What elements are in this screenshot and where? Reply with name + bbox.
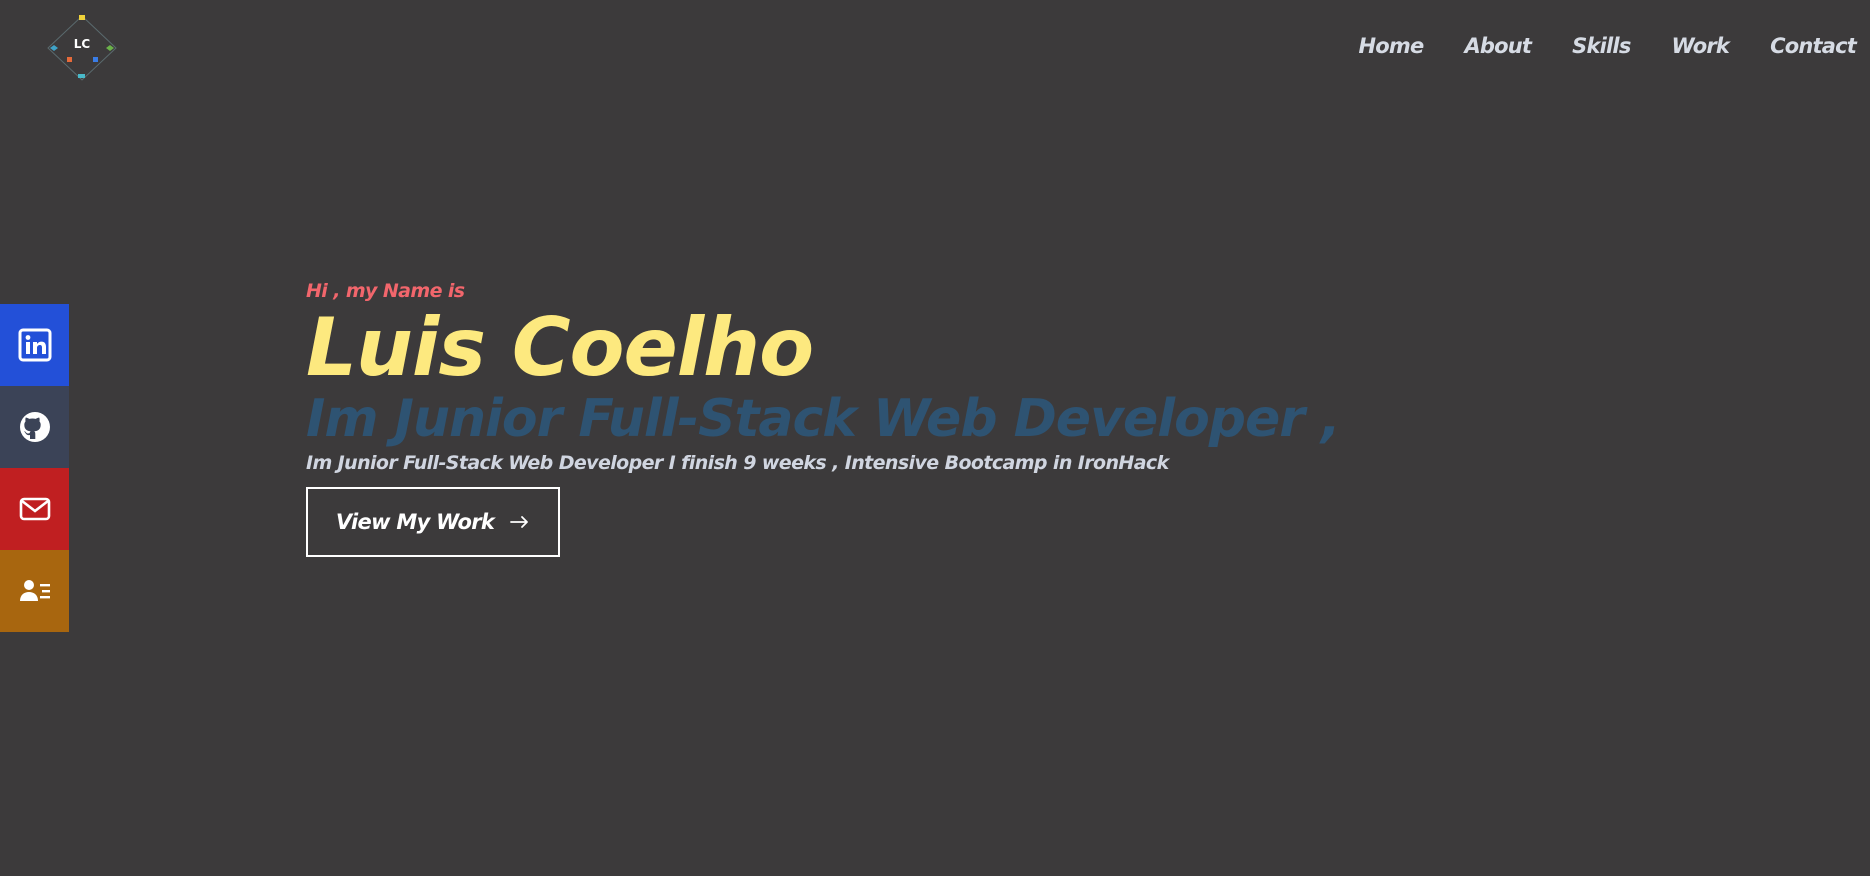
hero-intro: Hi , my Name is: [306, 280, 465, 302]
cta-label: View My Work: [335, 510, 495, 534]
linkedin-icon: [18, 328, 51, 362]
linkedin-link[interactable]: [0, 304, 69, 386]
nav-skills[interactable]: Skills: [1572, 34, 1631, 58]
view-my-work-button[interactable]: View My Work: [306, 487, 560, 557]
nav-home[interactable]: Home: [1359, 34, 1425, 58]
nav-work[interactable]: Work: [1672, 34, 1730, 58]
hero-name: Luis Coelho: [306, 301, 814, 394]
main-nav: Home About Skills Work Contact: [1318, 34, 1857, 58]
hero-description: Im Junior Full-Stack Web Developer I fin…: [306, 452, 1169, 474]
nav-contact[interactable]: Contact: [1770, 34, 1857, 58]
hero-section: Hi , my Name is Luis Coelho Im Junior Fu…: [306, 280, 1341, 557]
logo-text: LC: [74, 37, 91, 51]
resume-link[interactable]: [0, 550, 69, 632]
page: LC Home About Skills Work Contact Hi , m…: [0, 0, 1870, 876]
mail-icon: [19, 497, 50, 521]
arrow-right-icon: [510, 516, 529, 528]
hero-role: Im Junior Full-Stack Web Developer ,: [306, 389, 1341, 449]
site-logo[interactable]: LC: [44, 12, 120, 84]
github-link[interactable]: [0, 386, 69, 468]
nav-about[interactable]: About: [1464, 34, 1531, 58]
logo-diamond-icon: LC: [47, 15, 117, 81]
github-icon: [19, 412, 50, 442]
contact-card-icon: [19, 580, 50, 601]
email-link[interactable]: [0, 468, 69, 550]
social-sidebar: [0, 304, 69, 632]
